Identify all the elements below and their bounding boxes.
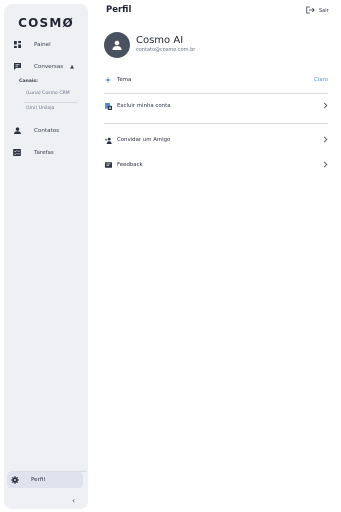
divider xyxy=(24,102,78,103)
logo: COSMØ xyxy=(18,16,74,30)
logout-button[interactable]: Sair xyxy=(306,6,329,16)
avatar xyxy=(104,32,130,58)
person-icon xyxy=(12,126,22,136)
sidebar-item-label: Tarefas xyxy=(34,149,54,156)
add-person-icon xyxy=(104,136,112,144)
divider xyxy=(104,123,328,124)
sidebar-item-conversas[interactable]: Conversas ▲ xyxy=(10,59,84,74)
sidebar-item-label: Conversas xyxy=(34,63,64,70)
chevron-right-icon xyxy=(323,161,328,170)
feedback-row[interactable]: Feedback xyxy=(104,157,328,173)
chevron-right-icon xyxy=(323,136,328,145)
sidebar-item-label: Contatos xyxy=(34,127,60,134)
page-title: Perfil xyxy=(106,5,132,15)
channel-item[interactable]: (Luna) Cosmo CRM xyxy=(26,91,70,96)
divider xyxy=(104,93,328,94)
logout-icon xyxy=(306,6,315,16)
theme-row[interactable]: Tema Claro xyxy=(104,72,328,88)
gear-icon xyxy=(10,475,20,485)
person-icon xyxy=(112,40,122,50)
dashboard-icon xyxy=(12,40,22,50)
profile-name: Cosmo AI xyxy=(136,35,184,46)
theme-icon xyxy=(104,76,112,84)
delete-account-label: Excluir minha conta xyxy=(117,103,171,109)
sidebar-item-label: Painel xyxy=(34,41,51,48)
sidebar-item-contatos[interactable]: Contatos xyxy=(10,123,84,138)
feedback-label: Feedback xyxy=(117,162,143,168)
sidebar: COSMØ Painel Conversas ▲ Canais: (Luna) … xyxy=(4,4,88,509)
theme-value[interactable]: Claro xyxy=(314,77,328,83)
feedback-icon xyxy=(104,161,112,169)
chevron-right-icon xyxy=(323,102,328,111)
theme-label: Tema xyxy=(117,77,132,83)
invite-friend-label: Convidar um Amigo xyxy=(117,137,171,143)
chat-icon xyxy=(12,62,22,72)
invite-friend-row[interactable]: Convidar um Amigo xyxy=(104,132,328,148)
sidebar-item-perfil[interactable]: Perfil xyxy=(7,472,83,488)
collapse-sidebar-icon[interactable]: ‹ xyxy=(72,496,75,505)
sidebar-item-label: Perfil xyxy=(31,477,45,483)
delete-account-row[interactable]: Excluir minha conta xyxy=(104,98,328,114)
logout-label: Sair xyxy=(319,8,329,14)
channel-item[interactable]: (Uni) Unilaja xyxy=(26,106,54,111)
profile-email: contato@cosmo.com.br xyxy=(136,47,196,53)
delete-account-icon xyxy=(104,102,112,110)
sidebar-item-tarefas[interactable]: Tarefas xyxy=(10,145,84,160)
chevron-up-icon[interactable]: ▲ xyxy=(70,64,74,70)
sidebar-item-painel[interactable]: Painel xyxy=(10,37,84,52)
channels-heading: Canais: xyxy=(19,79,38,84)
tasks-icon xyxy=(12,148,22,158)
